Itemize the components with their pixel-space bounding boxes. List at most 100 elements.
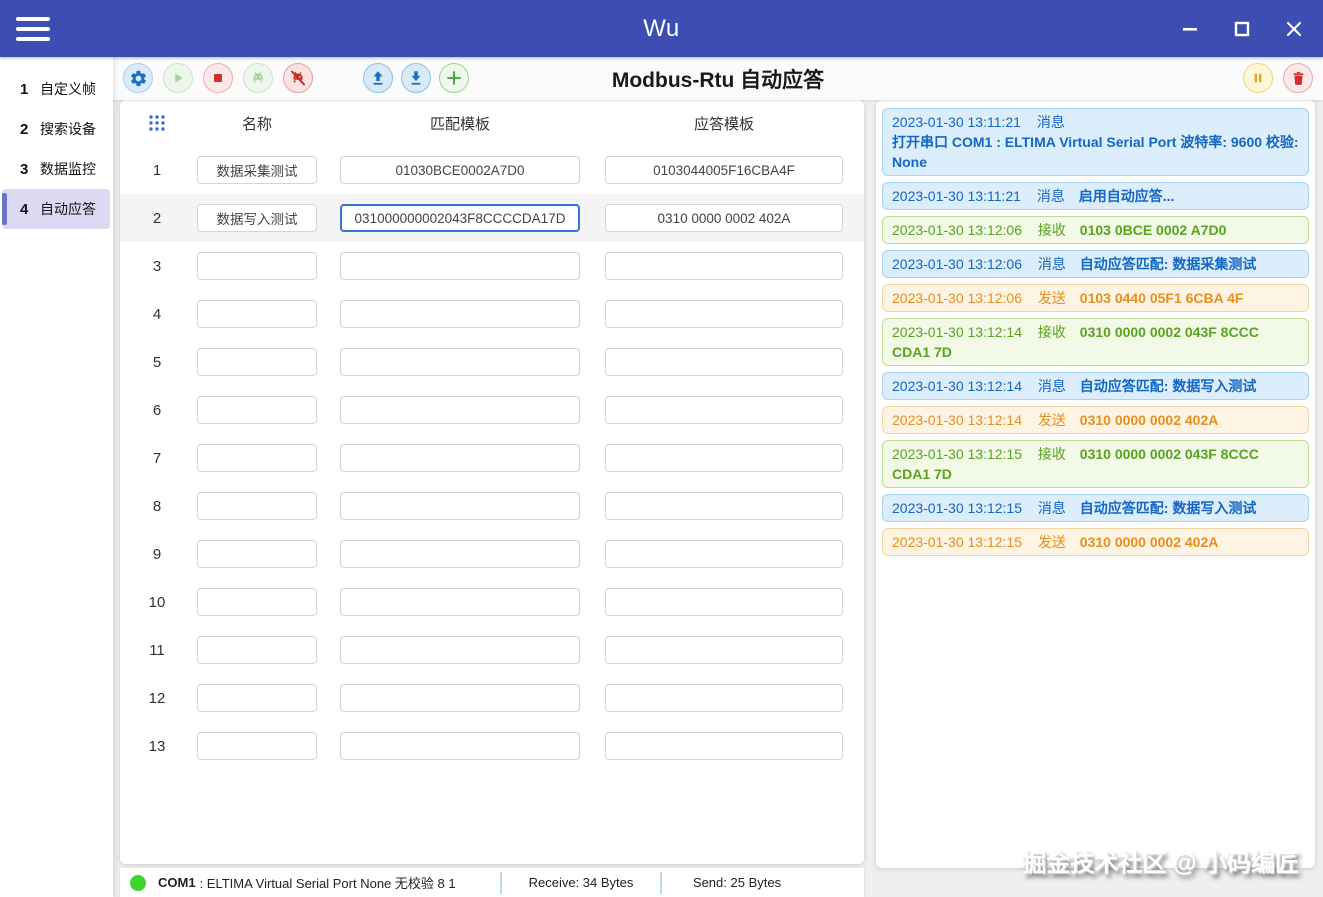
name-input[interactable]: [197, 348, 317, 376]
match-template-input[interactable]: [340, 684, 580, 712]
log-entry: 2023-01-30 13:12:15 发送 0310 0000 0002 40…: [882, 528, 1309, 556]
log-type-label: 消息: [1038, 256, 1066, 272]
reply-template-input[interactable]: [605, 684, 843, 712]
reply-template-input[interactable]: [605, 252, 843, 280]
name-input[interactable]: [197, 588, 317, 616]
receive-bytes: Receive: 34 Bytes: [502, 875, 660, 890]
log-timestamp: 2023-01-30 13:12:14: [892, 412, 1022, 428]
connection-status-dot: [130, 875, 146, 891]
log-timestamp: 2023-01-30 13:12:14: [892, 378, 1022, 394]
table-row: 10: [120, 578, 864, 626]
log-panel[interactable]: 2023-01-30 13:11:21 消息 打开串口 COM1 : ELTIM…: [876, 100, 1315, 868]
robot-disabled-icon[interactable]: [283, 63, 313, 93]
row-number: 7: [120, 434, 194, 482]
robot-enabled-icon[interactable]: [243, 63, 273, 93]
close-icon[interactable]: [1275, 11, 1313, 47]
match-template-input[interactable]: [340, 156, 580, 184]
name-input[interactable]: [197, 300, 317, 328]
name-input[interactable]: [197, 636, 317, 664]
window-controls: [1171, 0, 1313, 57]
add-plus-icon[interactable]: [439, 63, 469, 93]
sidebar-item-number: 2: [20, 121, 40, 138]
log-entry: 2023-01-30 13:12:06 发送 0103 0440 05F1 6C…: [882, 284, 1309, 312]
name-input[interactable]: [197, 444, 317, 472]
log-entry: 2023-01-30 13:11:21 消息 启用自动应答...: [882, 182, 1309, 210]
clear-log-trash-icon[interactable]: [1283, 63, 1313, 93]
reply-template-input[interactable]: [605, 204, 843, 232]
log-type-label: 接收: [1038, 446, 1066, 462]
table-row: 5: [120, 338, 864, 386]
match-template-input[interactable]: [340, 252, 580, 280]
stop-icon[interactable]: [203, 63, 233, 93]
log-timestamp: 2023-01-30 13:11:21: [892, 114, 1021, 130]
reply-template-input[interactable]: [605, 588, 843, 616]
title-bar: Wu: [0, 0, 1323, 57]
reply-template-input[interactable]: [605, 540, 843, 568]
name-input[interactable]: [197, 684, 317, 712]
name-input[interactable]: [197, 540, 317, 568]
reply-template-input[interactable]: [605, 732, 843, 760]
sidebar-item[interactable]: 1 自定义帧: [2, 69, 110, 109]
settings-gear-icon[interactable]: [123, 63, 153, 93]
match-template-input[interactable]: [340, 444, 580, 472]
sidebar-item[interactable]: 2 搜索设备: [2, 109, 110, 149]
table-row: 8: [120, 482, 864, 530]
reply-template-input[interactable]: [605, 300, 843, 328]
minimize-icon[interactable]: [1171, 11, 1209, 47]
name-input[interactable]: [197, 732, 317, 760]
reply-template-input[interactable]: [605, 636, 843, 664]
name-input[interactable]: [197, 492, 317, 520]
match-template-input[interactable]: [340, 588, 580, 616]
name-input[interactable]: [197, 156, 317, 184]
match-template-input[interactable]: [340, 396, 580, 424]
match-template-input[interactable]: [340, 732, 580, 760]
log-timestamp: 2023-01-30 13:12:15: [892, 534, 1022, 550]
row-number: 9: [120, 530, 194, 578]
serial-port-status: COM1 : ELTIMA Virtual Serial Port None 无…: [120, 873, 500, 892]
name-input[interactable]: [197, 252, 317, 280]
drag-grid-icon[interactable]: [140, 113, 174, 138]
play-icon[interactable]: [163, 63, 193, 93]
log-timestamp: 2023-01-30 13:11:21: [892, 188, 1021, 204]
name-input[interactable]: [197, 396, 317, 424]
toolbar: Modbus-Rtu 自动应答: [113, 57, 1323, 100]
row-number: 13: [120, 722, 194, 770]
match-template-input[interactable]: [340, 204, 580, 232]
reply-template-input[interactable]: [605, 348, 843, 376]
log-detail: 自动应答匹配: 数据写入测试: [1080, 378, 1257, 394]
table-body: 1 2 3 4 5 6 7 8: [120, 146, 864, 770]
sidebar-item-label: 自定义帧: [40, 79, 96, 99]
header-reply: 应答模板: [605, 100, 843, 146]
table-row: 6: [120, 386, 864, 434]
sidebar-item-label: 搜索设备: [40, 119, 96, 139]
row-number: 4: [120, 290, 194, 338]
match-template-input[interactable]: [340, 300, 580, 328]
match-template-input[interactable]: [340, 540, 580, 568]
log-timestamp: 2023-01-30 13:12:14: [892, 324, 1022, 340]
name-input[interactable]: [197, 204, 317, 232]
log-detail: 启用自动应答...: [1079, 188, 1175, 204]
match-template-input[interactable]: [340, 636, 580, 664]
row-number: 3: [120, 242, 194, 290]
sidebar-item-number: 4: [20, 201, 40, 218]
log-detail: 自动应答匹配: 数据写入测试: [1080, 500, 1257, 516]
pause-log-icon[interactable]: [1243, 63, 1273, 93]
reply-template-input[interactable]: [605, 444, 843, 472]
log-entry: 2023-01-30 13:12:14 接收 0310 0000 0002 04…: [882, 318, 1309, 366]
reply-template-input[interactable]: [605, 156, 843, 184]
app-title: Wu: [0, 15, 1323, 43]
sidebar-item[interactable]: 3 数据监控: [2, 149, 110, 189]
log-type-label: 消息: [1038, 378, 1066, 394]
download-icon[interactable]: [401, 63, 431, 93]
log-entry: 2023-01-30 13:12:15 接收 0310 0000 0002 04…: [882, 440, 1309, 488]
upload-icon[interactable]: [363, 63, 393, 93]
reply-template-input[interactable]: [605, 492, 843, 520]
match-template-input[interactable]: [340, 492, 580, 520]
log-type-label: 接收: [1038, 222, 1066, 238]
header-match: 匹配模板: [340, 100, 580, 146]
match-template-input[interactable]: [340, 348, 580, 376]
reply-template-input[interactable]: [605, 396, 843, 424]
maximize-icon[interactable]: [1223, 11, 1261, 47]
sidebar-item[interactable]: 4 自动应答: [2, 189, 110, 229]
log-entry: 2023-01-30 13:12:15 消息 自动应答匹配: 数据写入测试: [882, 494, 1309, 522]
